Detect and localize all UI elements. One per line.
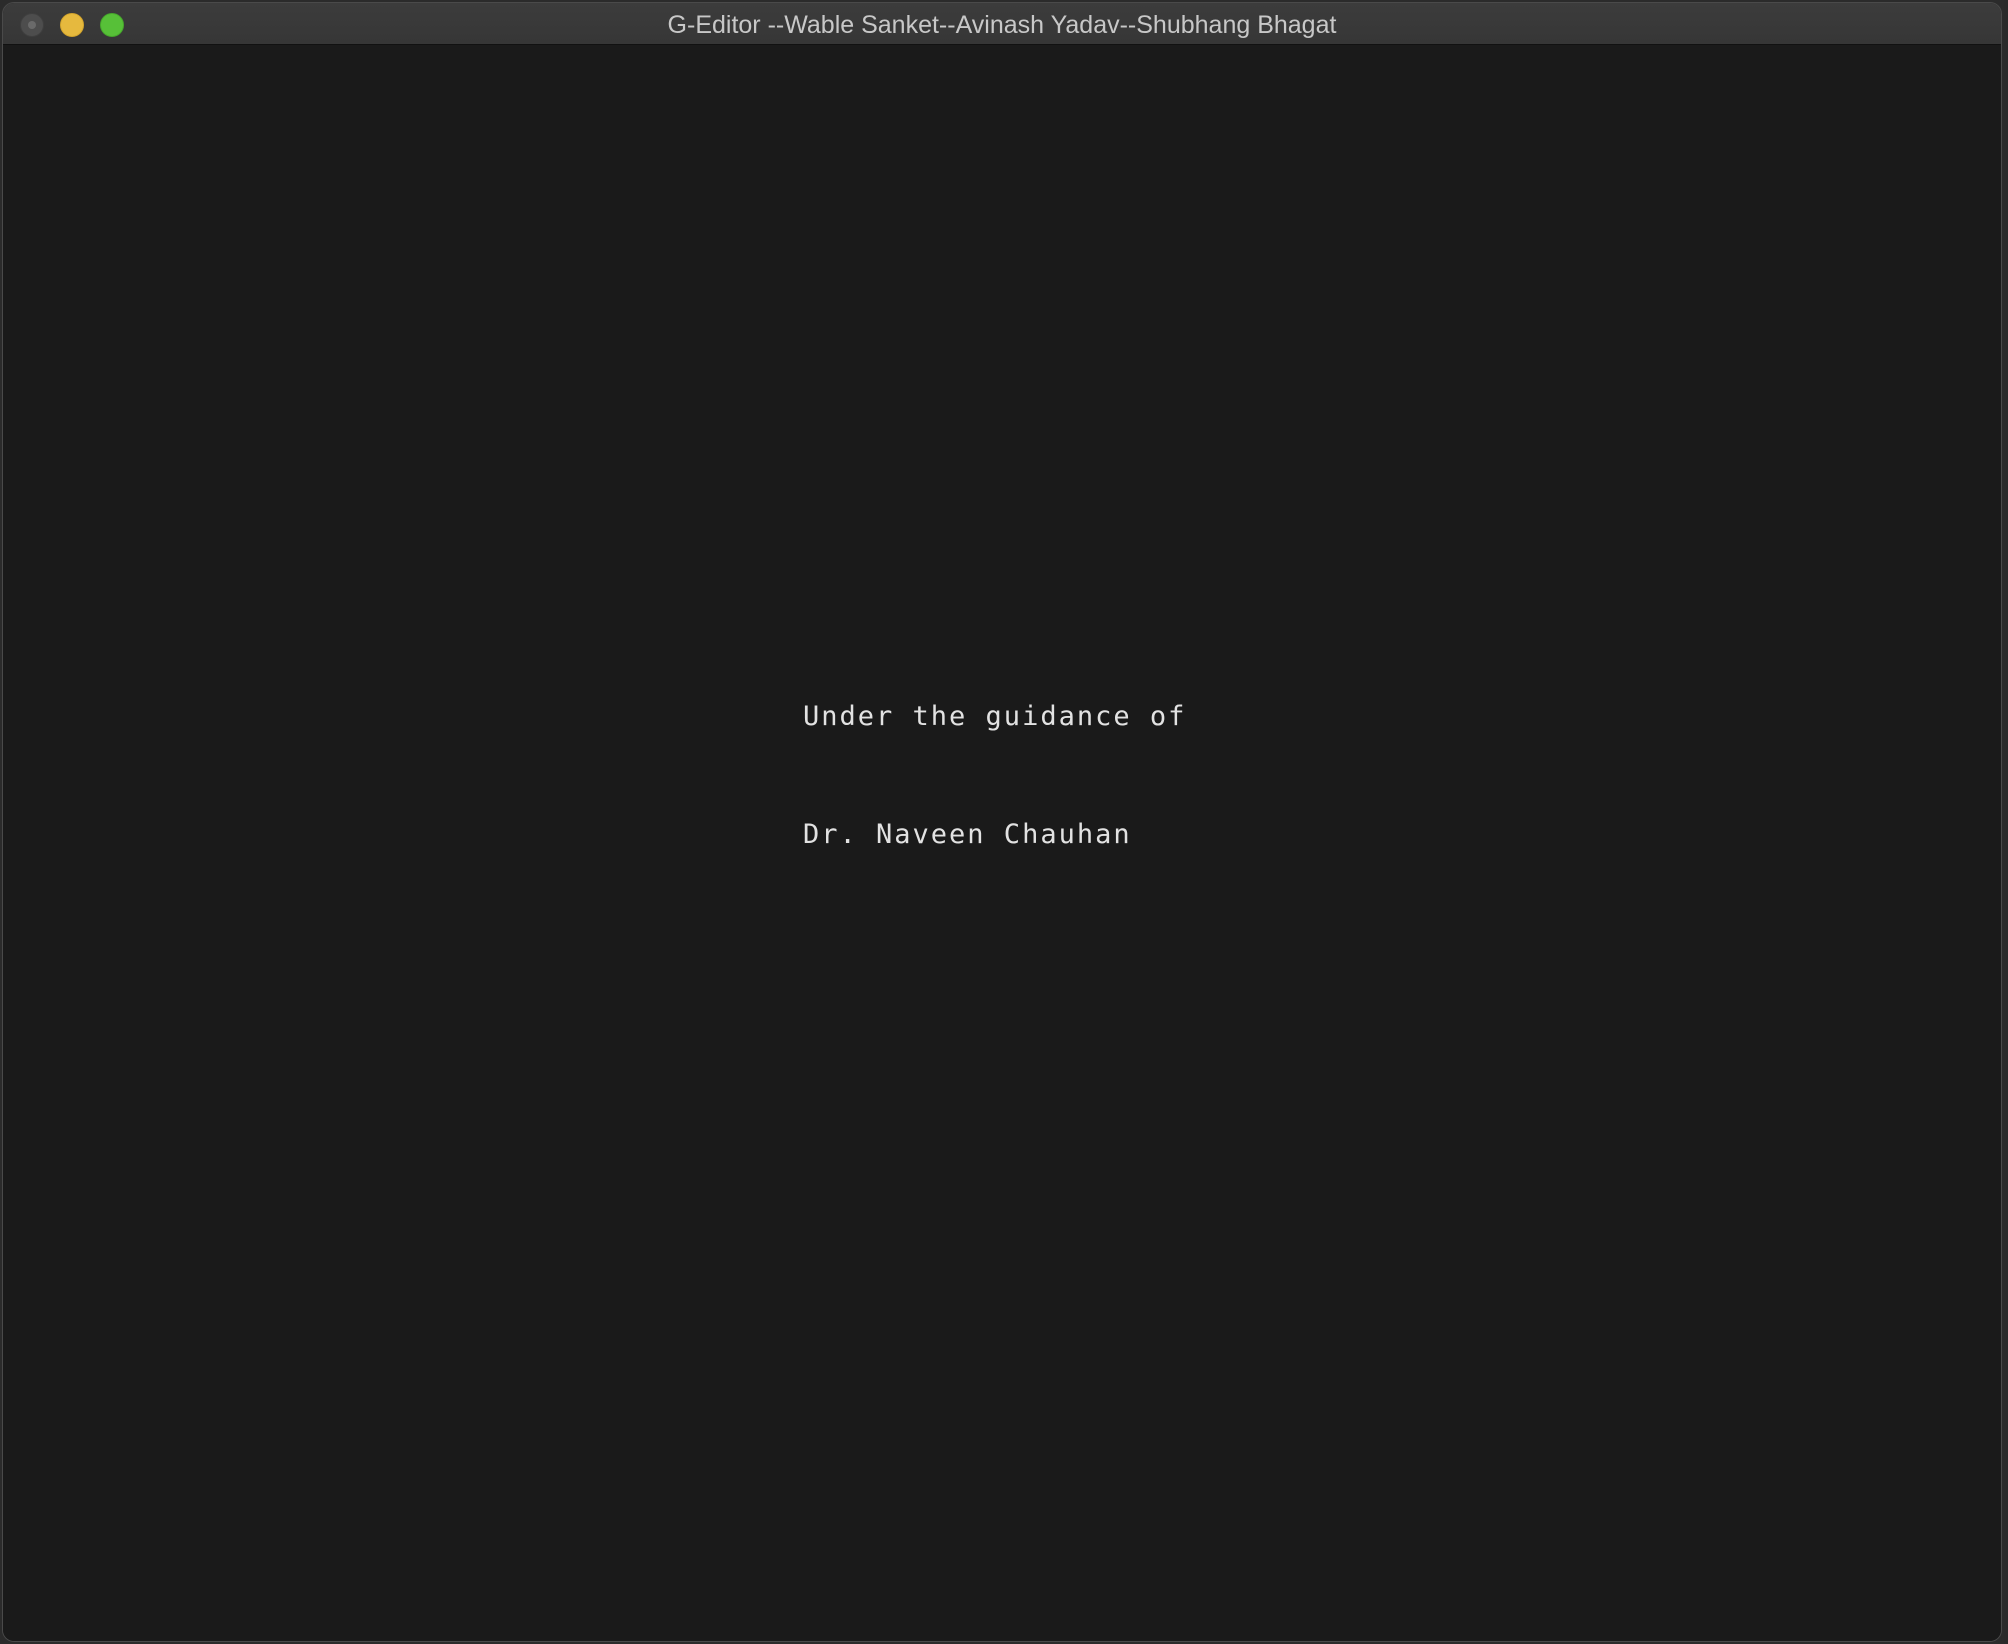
window-title: G-Editor --Wable Sanket--Avinash Yadav--… bbox=[667, 11, 1337, 39]
title-bar[interactable]: G-Editor --Wable Sanket--Avinash Yadav--… bbox=[3, 3, 2001, 45]
background-window-edge bbox=[2004, 0, 2008, 1644]
graphics-canvas[interactable]: Under the guidance of Dr. Naveen Chauhan bbox=[3, 45, 2001, 1641]
guide-name: Dr. Naveen Chauhan bbox=[803, 819, 1132, 850]
app-window: G-Editor --Wable Sanket--Avinash Yadav--… bbox=[2, 2, 2002, 1642]
guidance-label: Under the guidance of bbox=[803, 701, 1187, 732]
